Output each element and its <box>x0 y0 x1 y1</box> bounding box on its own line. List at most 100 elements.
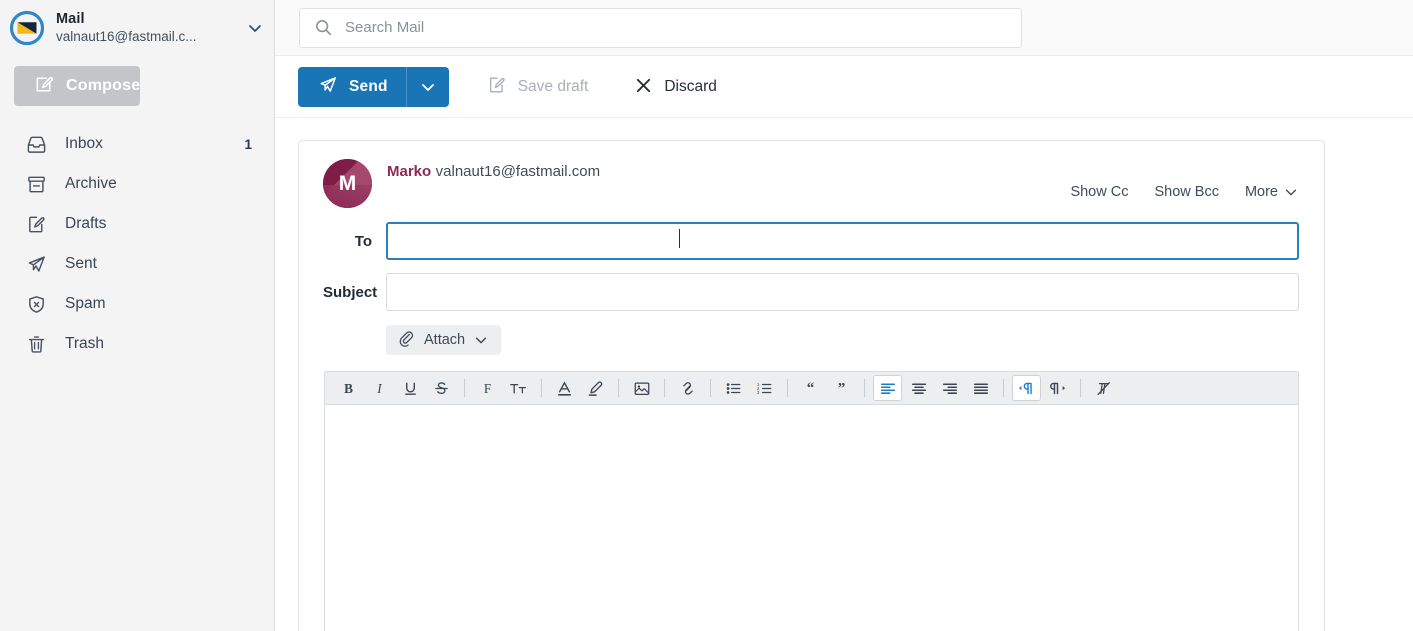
sidebar-item-label: Trash <box>65 335 105 352</box>
from-name: Marko <box>387 163 432 180</box>
fastmail-logo-icon <box>8 9 46 47</box>
insert-link-icon[interactable] <box>673 375 702 401</box>
send-button-group: Send <box>298 66 449 107</box>
chevron-down-icon[interactable] <box>246 20 264 36</box>
sidebar-item-sent[interactable]: Sent <box>0 244 274 284</box>
align-justify-icon[interactable] <box>966 375 995 401</box>
unread-count-badge: 1 <box>244 136 252 152</box>
svg-text:F: F <box>484 380 491 395</box>
compose-button[interactable]: Compose <box>14 66 141 106</box>
numbered-list-icon[interactable]: 123 <box>750 375 779 401</box>
chevron-down-icon <box>474 333 488 347</box>
paperclip-icon <box>398 330 415 350</box>
compose-pencil-icon <box>34 74 55 98</box>
svg-text:B: B <box>344 380 353 395</box>
clear-formatting-icon[interactable] <box>1089 375 1118 401</box>
sidebar-item-inbox[interactable]: Inbox 1 <box>0 124 274 164</box>
sidebar-item-label: Spam <box>65 295 106 312</box>
inbox-icon <box>26 134 47 155</box>
save-draft-button[interactable]: Save draft <box>473 67 603 107</box>
archive-icon <box>26 174 47 195</box>
message-body-input[interactable] <box>324 405 1299 631</box>
save-draft-label: Save draft <box>517 77 589 95</box>
sidebar-item-label: Archive <box>65 175 117 192</box>
subject-label: Subject <box>323 283 378 301</box>
compose-action-toolbar: Send Save draft Discard <box>275 56 1413 118</box>
draft-pencil-icon <box>487 75 507 98</box>
toolbar-separator <box>1003 379 1004 397</box>
show-cc-link[interactable]: Show Cc <box>1070 184 1128 200</box>
toolbar-separator <box>464 379 465 397</box>
sidebar-item-archive[interactable]: Archive <box>0 164 274 204</box>
subject-input[interactable] <box>386 273 1299 311</box>
app-title: Mail <box>56 11 85 27</box>
direction-ltr-icon[interactable] <box>1012 375 1041 401</box>
more-options-link[interactable]: More <box>1245 184 1298 200</box>
sidebar-item-drafts[interactable]: Drafts <box>0 204 274 244</box>
direction-rtl-icon[interactable] <box>1043 375 1072 401</box>
svg-text:“: “ <box>807 380 815 396</box>
to-input[interactable] <box>386 222 1299 260</box>
send-options-dropdown[interactable] <box>406 66 449 107</box>
search-input[interactable]: Search Mail <box>299 7 1022 48</box>
font-size-icon[interactable] <box>504 375 533 401</box>
underline-icon[interactable] <box>396 375 425 401</box>
toolbar-separator <box>710 379 711 397</box>
toolbar-separator <box>541 379 542 397</box>
paper-plane-icon <box>318 75 338 98</box>
text-color-icon[interactable] <box>550 375 579 401</box>
sent-paper-plane-icon <box>26 254 47 275</box>
align-right-icon[interactable] <box>935 375 964 401</box>
from-email: valnaut16@fastmail.com <box>435 163 601 180</box>
show-bcc-link[interactable]: Show Bcc <box>1154 184 1218 200</box>
bulleted-list-icon[interactable] <box>719 375 748 401</box>
from-text: Marko valnaut16@fastmail.com <box>387 159 600 183</box>
avatar: M <box>323 159 372 208</box>
align-left-icon[interactable] <box>873 375 902 401</box>
compose-card: M Marko valnaut16@fastmail.com Show Cc S… <box>298 140 1325 631</box>
italic-icon[interactable]: I <box>365 375 394 401</box>
insert-image-icon[interactable] <box>627 375 656 401</box>
attach-button[interactable]: Attach <box>386 325 502 355</box>
search-bar: Search Mail <box>275 0 1413 56</box>
send-button[interactable]: Send <box>298 66 406 107</box>
toolbar-separator <box>1080 379 1081 397</box>
subject-field-row: Subject <box>323 273 1299 311</box>
font-family-icon[interactable]: F <box>473 375 502 401</box>
search-placeholder: Search Mail <box>345 19 425 36</box>
sidebar-item-label: Drafts <box>65 215 107 232</box>
sidebar-item-label: Sent <box>65 255 97 272</box>
strikethrough-icon[interactable] <box>427 375 456 401</box>
toolbar-separator <box>618 379 619 397</box>
compose-card-wrapper: M Marko valnaut16@fastmail.com Show Cc S… <box>275 118 1413 631</box>
recipient-options: Show Cc Show Bcc More <box>1070 184 1298 200</box>
sidebar-item-label: Inbox <box>65 135 103 152</box>
send-button-label: Send <box>349 77 388 95</box>
search-icon <box>314 18 333 37</box>
avatar-initial: M <box>338 171 357 195</box>
trash-icon <box>26 334 47 355</box>
blockquote-close-icon[interactable]: ” <box>827 375 856 401</box>
align-center-icon[interactable] <box>904 375 933 401</box>
discard-button[interactable]: Discard <box>620 67 731 107</box>
text-cursor <box>679 229 680 248</box>
account-email: valnaut16@fastmail.c... <box>56 29 197 44</box>
compose-button-label: Compose <box>66 77 141 94</box>
to-label: To <box>354 232 372 250</box>
close-x-icon <box>634 76 653 98</box>
to-field-row: To <box>323 222 1299 260</box>
sidebar-item-trash[interactable]: Trash <box>0 324 274 364</box>
account-switcher[interactable]: Mail valnaut16@fastmail.c... <box>0 0 274 56</box>
blockquote-open-icon[interactable]: “ <box>796 375 825 401</box>
bold-icon[interactable]: B <box>334 375 363 401</box>
spam-shield-icon <box>26 294 47 315</box>
highlight-color-icon[interactable] <box>581 375 610 401</box>
rich-text-editor: B I F 1 2 3 “ ” <box>324 371 1299 631</box>
drafts-icon <box>26 214 47 235</box>
sidebar-item-spam[interactable]: Spam <box>0 284 274 324</box>
svg-text:”: ” <box>838 380 846 396</box>
svg-text:I: I <box>376 380 382 395</box>
discard-label: Discard <box>664 77 717 95</box>
mail-app-window: Mail valnaut16@fastmail.c... Compose Inb… <box>0 0 1413 631</box>
account-text: Mail valnaut16@fastmail.c... <box>56 11 236 45</box>
